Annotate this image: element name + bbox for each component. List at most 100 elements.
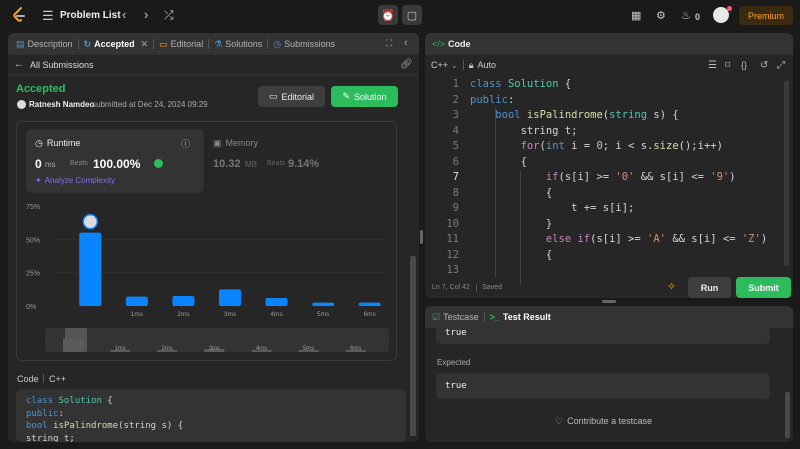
tab-description[interactable]: ▤ Description xyxy=(16,39,73,50)
info-icon[interactable]: ⓘ xyxy=(181,137,190,150)
left-tab-bar: ▤ Description ↻ Accepted ✕ ▭ Editorial ⚗ Solu… xyxy=(8,33,419,55)
code-line: class Solution { xyxy=(26,396,113,406)
editorial-button[interactable]: ▭ Editorial xyxy=(258,86,325,107)
contribute-testcase-link[interactable]: ♡ Contribute a testcase xyxy=(555,416,652,427)
problem-list-link[interactable]: Problem List xyxy=(60,10,121,21)
format-icon[interactable]: ☰ xyxy=(708,60,717,71)
settings-gear-icon[interactable]: ⚙ xyxy=(656,9,666,23)
vertical-resize-handle[interactable] xyxy=(602,300,616,303)
link-icon[interactable]: 🔗︎ xyxy=(400,59,413,70)
tab-submissions[interactable]: ◷ Submissions xyxy=(273,39,335,50)
prev-problem-icon[interactable]: ‹ xyxy=(122,8,126,22)
memory-beats: 9.14% xyxy=(288,158,320,170)
reset-icon[interactable]: ↺ xyxy=(760,60,768,71)
chart-bar-2ms[interactable] xyxy=(172,296,195,306)
tab-testcase[interactable]: ☑ Testcase xyxy=(432,312,479,323)
grid-layout-icon[interactable]: ▦ xyxy=(631,9,641,23)
chart-bar-5ms[interactable] xyxy=(312,302,335,306)
y-tick-label: 25% xyxy=(26,271,40,278)
shuffle-icon[interactable]: ⤮ xyxy=(164,8,174,22)
terminal-icon: >_ xyxy=(489,312,500,322)
checkbox-icon: ☑ xyxy=(432,311,441,322)
collapse-icon[interactable]: ‹ xyxy=(404,37,408,49)
bookmark-icon[interactable]: ⌑ xyxy=(725,60,730,71)
next-problem-icon[interactable]: › xyxy=(144,8,148,22)
x-tick-label: 5ms xyxy=(317,311,330,318)
line-number: 11 xyxy=(446,233,459,245)
runtime-card[interactable]: ◷ Runtime ⓘ 0 ms Beats 100.00% ✦ Analyze C… xyxy=(26,129,204,193)
line-number: 3 xyxy=(452,109,459,121)
editor-toolbar: C++ ⌄ 🔒︎ Auto ☰ ⌑ {} ↺ ⤢ xyxy=(425,55,793,75)
run-button[interactable]: Run xyxy=(688,277,731,298)
chart-bar-4ms[interactable] xyxy=(265,298,288,306)
divider xyxy=(476,284,477,292)
line-number: 2 xyxy=(452,93,459,106)
editor-scrollbar[interactable] xyxy=(784,81,789,266)
close-tab-icon[interactable]: ✕ xyxy=(141,39,149,50)
indent-guide xyxy=(495,108,496,278)
code-editor[interactable]: 1 class Solution {2 public: 3 bool isPalind… xyxy=(425,77,793,285)
code-line: for(int i = 0; i < s.size();i++) xyxy=(520,140,723,152)
tab-test-result[interactable]: >_ Test Result xyxy=(490,312,551,322)
runtime-beats-label: Beats xyxy=(70,160,88,167)
debug-icon[interactable]: ✧ xyxy=(667,280,676,293)
analyze-complexity-link[interactable]: ✦ Analyze Complexity xyxy=(35,176,115,185)
heart-icon: ♡ xyxy=(555,416,564,426)
flask-icon: ⚗ xyxy=(214,38,223,49)
fullscreen-icon[interactable]: ⤢ xyxy=(777,60,785,71)
range-selector[interactable]: 1ms 2ms 3ms 4ms 5ms 6ms xyxy=(45,328,389,352)
notes-button[interactable]: ▢ xyxy=(402,5,422,25)
submitter-name[interactable]: Ratnesh Namdeo xyxy=(29,100,94,109)
tab-solutions[interactable]: ⚗ Solutions xyxy=(214,39,262,50)
maximize-icon[interactable]: ⛶ xyxy=(386,38,392,49)
tab-editorial[interactable]: ▭ Editorial xyxy=(159,39,203,50)
badge-icon xyxy=(154,159,163,168)
bottom-scrollbar[interactable] xyxy=(785,392,790,438)
code-line: class Solution { xyxy=(470,78,572,90)
mini-tick-label: 3ms xyxy=(209,346,220,352)
code-language: C++ xyxy=(49,374,67,384)
language-select[interactable]: C++ xyxy=(431,60,448,70)
y-tick-label: 75% xyxy=(26,204,40,211)
chart-bar-0ms[interactable] xyxy=(79,232,102,306)
tab-accepted[interactable]: ↻ Accepted ✕ xyxy=(84,39,149,50)
chart-bar-3ms[interactable] xyxy=(219,289,241,306)
submitted-code: class Solution { public: bool isPalindro… xyxy=(16,389,406,442)
expected-label: Expected xyxy=(437,358,471,367)
chevron-down-icon[interactable]: ⌄ xyxy=(451,61,458,70)
all-submissions-link[interactable]: All Submissions xyxy=(30,60,94,70)
code-line: string t; xyxy=(26,433,75,443)
problem-list-icon[interactable]: ☰ xyxy=(42,9,54,23)
submit-button[interactable]: Submit xyxy=(736,277,791,298)
leetcode-logo-icon[interactable] xyxy=(12,7,26,23)
braces-icon[interactable]: {} xyxy=(741,60,747,70)
left-scrollbar[interactable] xyxy=(410,256,416,436)
fire-streak-icon[interactable]: ♨ xyxy=(681,9,691,23)
clock-icon: ◷ xyxy=(35,138,43,148)
mini-tick-label: 1ms xyxy=(114,346,125,352)
line-number: 10 xyxy=(446,217,459,230)
chart-bar-1ms[interactable] xyxy=(125,296,148,306)
chart-bar-6ms[interactable] xyxy=(358,302,381,306)
y-tick-label: 0% xyxy=(26,304,36,311)
premium-button[interactable]: Premium xyxy=(739,6,793,25)
notification-dot xyxy=(727,6,732,11)
clock-icon: ◷ xyxy=(273,38,282,49)
runtime-distribution-chart[interactable]: 75% 50% 25% 0% 1ms 2ms 3ms 4ms 5ms 6ms xyxy=(17,204,398,328)
user-avatar-small xyxy=(17,100,26,109)
test-result-panel: ☑ Testcase >_ Test Result true Expected tr… xyxy=(425,306,793,442)
code-line: bool isPalindrome(string s) { xyxy=(26,421,184,431)
description-icon: ▤ xyxy=(16,38,25,49)
line-number: 5 xyxy=(452,140,459,152)
solution-button[interactable]: ✎ Solution xyxy=(331,86,398,107)
auto-mode-label[interactable]: Auto xyxy=(478,60,497,70)
line-number: 8 xyxy=(452,186,459,199)
code-line: { xyxy=(470,248,553,261)
back-arrow-icon[interactable]: ← xyxy=(14,59,24,70)
memory-title[interactable]: ▣ Memory xyxy=(213,138,258,149)
submitted-at: submitted at Dec 24, 2024 09:29 xyxy=(92,100,208,109)
cursor-position: Ln 7, Col 42 xyxy=(432,284,470,291)
code-brackets-icon: </> xyxy=(432,39,446,49)
horizontal-resize-handle[interactable] xyxy=(420,230,423,244)
alarm-clock-button[interactable]: ⏰ xyxy=(378,5,398,25)
